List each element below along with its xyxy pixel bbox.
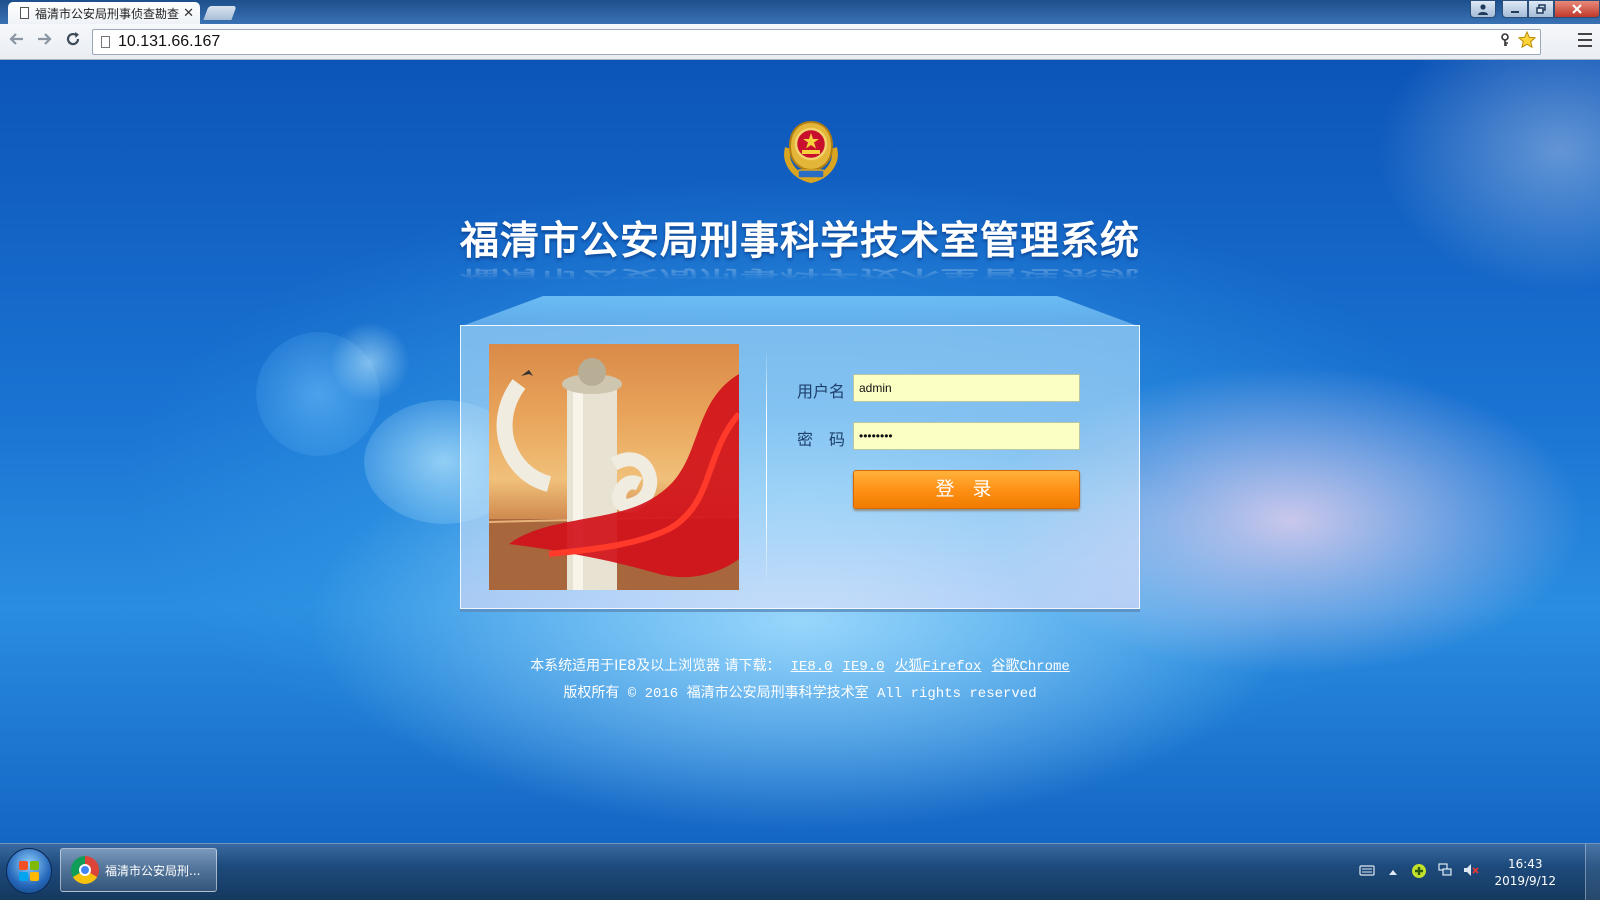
browser-tab[interactable]: 福清市公安局刑事侦查勘查 ✕ bbox=[8, 2, 200, 24]
police-emblem-icon bbox=[780, 118, 842, 184]
url-text[interactable]: 10.131.66.167 bbox=[118, 33, 1500, 51]
password-label: 密 码 bbox=[797, 430, 846, 449]
system-clock[interactable]: 16:43 2019/9/12 bbox=[1494, 856, 1556, 890]
login-page: 福清市公安局刑事科学技术室管理系统 福清市公安局刑事科学技术室管理系统 用户名 … bbox=[0, 60, 1600, 843]
chrome-icon bbox=[71, 856, 99, 884]
show-hidden-icons-icon[interactable] bbox=[1383, 863, 1403, 883]
copyright-text: 版权所有 © 2016 福清市公安局刑事科学技术室 All rights res… bbox=[563, 686, 1037, 702]
tab-title: 福清市公安局刑事侦查勘查 bbox=[35, 6, 180, 21]
security-plus-icon[interactable] bbox=[1409, 863, 1429, 883]
ie8-download-link[interactable]: IE8.0 bbox=[791, 659, 833, 675]
login-panel-top bbox=[462, 296, 1138, 326]
browser-note-text: 本系统适用于IE8及以上浏览器 请下载： bbox=[530, 658, 781, 674]
username-input[interactable] bbox=[853, 374, 1080, 402]
bookmark-star-icon[interactable] bbox=[1517, 30, 1537, 54]
back-arrow-icon[interactable] bbox=[6, 31, 28, 53]
system-tray: 16:43 2019/9/12 bbox=[1354, 844, 1556, 900]
clock-date: 2019/9/12 bbox=[1494, 873, 1556, 888]
windows-logo-icon bbox=[19, 861, 39, 881]
minimize-button[interactable] bbox=[1502, 0, 1528, 18]
show-desktop-button[interactable] bbox=[1585, 844, 1600, 900]
browser-support-note: 本系统适用于IE8及以上浏览器 请下载： IE8.0 IE9.0 火狐Firefox 谷… bbox=[300, 655, 1300, 675]
user-profile-icon[interactable] bbox=[1470, 0, 1496, 18]
firefox-download-link[interactable]: 火狐Firefox bbox=[895, 659, 982, 675]
start-button[interactable] bbox=[6, 848, 52, 894]
windows-taskbar: 福清市公安局刑... 16:43 2019/9/12 bbox=[0, 843, 1600, 900]
key-icon[interactable] bbox=[1500, 33, 1510, 51]
page-icon bbox=[101, 36, 110, 48]
panel-divider bbox=[766, 346, 767, 586]
ie9-download-link[interactable]: IE9.0 bbox=[843, 659, 885, 675]
clock-time: 16:43 bbox=[1507, 856, 1543, 871]
login-panel: 用户名 密 码 登 录 bbox=[460, 325, 1140, 609]
password-input[interactable] bbox=[853, 422, 1080, 450]
username-label: 用户名 bbox=[797, 382, 846, 401]
network-icon[interactable] bbox=[1435, 862, 1455, 883]
login-button[interactable]: 登 录 bbox=[853, 470, 1080, 509]
taskbar-chrome-window[interactable]: 福清市公安局刑... bbox=[60, 848, 217, 892]
browser-tab-strip: 福清市公安局刑事侦查勘查 ✕ bbox=[0, 0, 1600, 24]
forward-arrow-icon[interactable] bbox=[33, 31, 55, 53]
system-title: 福清市公安局刑事科学技术室管理系统 bbox=[459, 219, 1140, 264]
chrome-download-link[interactable]: 谷歌Chrome bbox=[991, 659, 1069, 675]
window-controls bbox=[1470, 0, 1600, 20]
keyboard-icon[interactable] bbox=[1357, 863, 1377, 883]
close-window-button[interactable] bbox=[1554, 0, 1600, 18]
decorative-bubble bbox=[330, 322, 410, 402]
system-title-reflection: 福清市公安局刑事科学技术室管理系统 bbox=[459, 265, 1140, 287]
restore-button[interactable] bbox=[1528, 0, 1554, 18]
reload-icon[interactable] bbox=[62, 31, 84, 53]
taskbar-window-title: 福清市公安局刑... bbox=[105, 863, 201, 878]
huabiao-pillar-image bbox=[489, 344, 739, 590]
browser-toolbar: 10.131.66.167 bbox=[0, 24, 1600, 60]
tab-close-icon[interactable]: ✕ bbox=[183, 6, 194, 21]
new-tab-button[interactable] bbox=[203, 6, 237, 20]
volume-muted-icon[interactable] bbox=[1461, 863, 1481, 883]
hamburger-menu-icon[interactable] bbox=[1578, 33, 1592, 47]
address-bar[interactable]: 10.131.66.167 bbox=[92, 29, 1541, 55]
page-icon bbox=[20, 7, 29, 19]
